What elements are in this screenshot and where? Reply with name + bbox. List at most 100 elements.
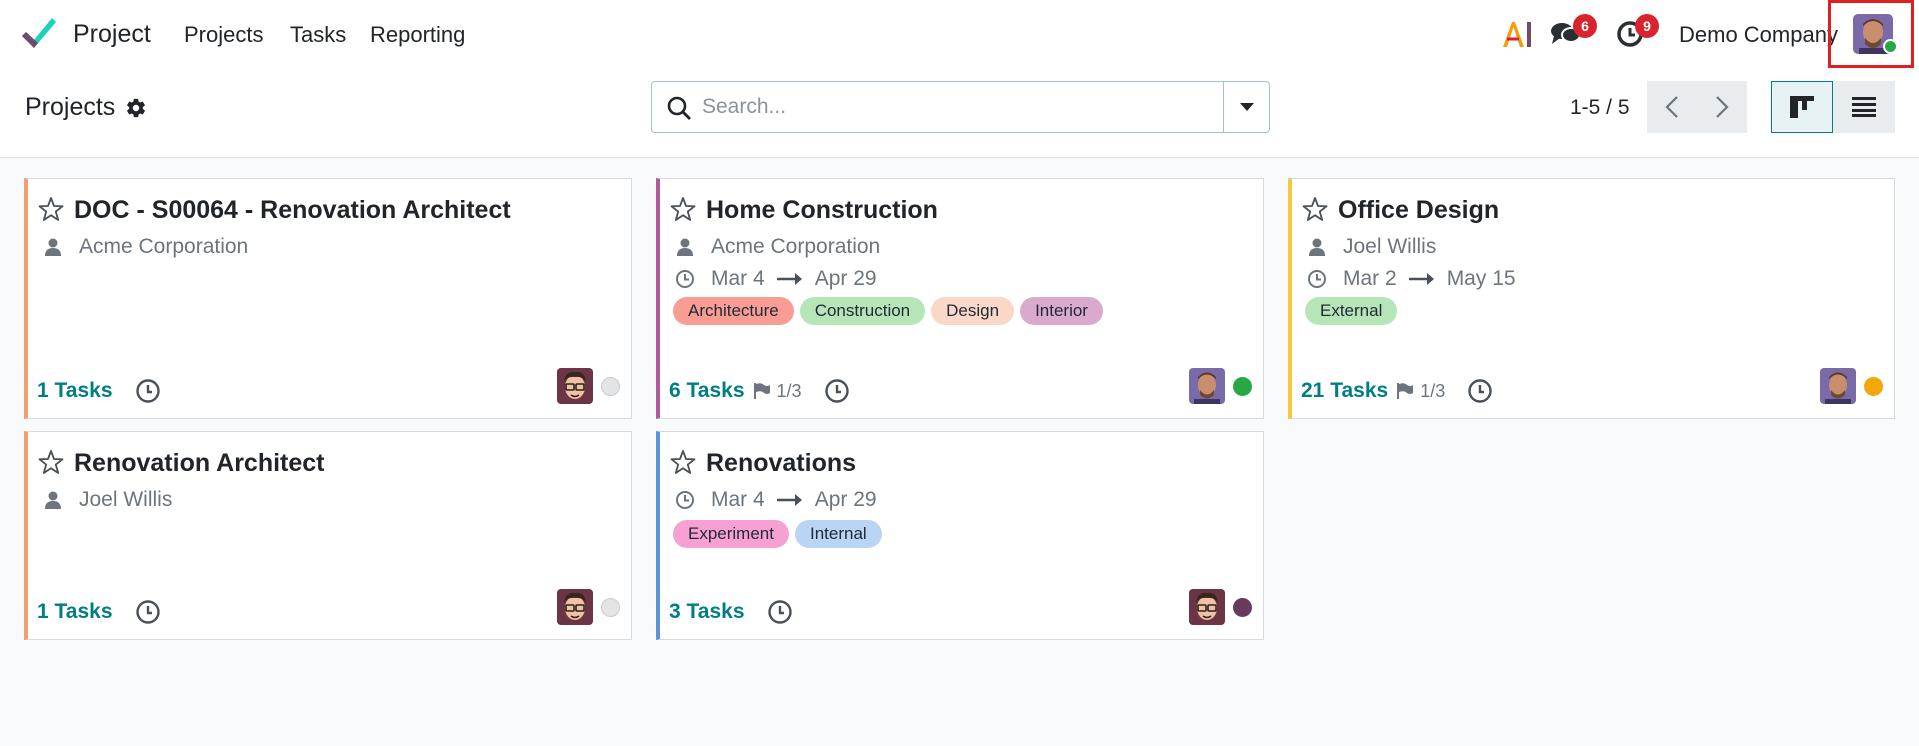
- tasks-link[interactable]: 1 Tasks: [37, 379, 113, 403]
- tag: Construction: [799, 297, 926, 325]
- tag-list: External: [1305, 297, 1398, 325]
- project-card[interactable]: Renovations Mar 4 Apr 29 Experiment Inte…: [656, 431, 1264, 640]
- project-title[interactable]: Office Design: [1338, 196, 1499, 225]
- project-title[interactable]: Renovations: [706, 449, 856, 478]
- company-switcher[interactable]: Demo Company: [1679, 22, 1838, 48]
- activity-clock-icon[interactable]: [135, 599, 161, 625]
- top-navbar: Project Projects Tasks Reporting 6 9 Dem…: [0, 0, 1919, 68]
- project-app-logo-icon[interactable]: [20, 16, 60, 52]
- partner-name: Joel Willis: [79, 488, 173, 511]
- partner-name: Joel Willis: [1343, 235, 1437, 258]
- card-footer: 6 Tasks 1/3: [669, 378, 850, 404]
- tasks-link[interactable]: 21 Tasks: [1301, 379, 1388, 403]
- user-icon: [675, 237, 695, 257]
- tag: Design: [931, 297, 1015, 325]
- tasks-link[interactable]: 6 Tasks: [669, 379, 745, 403]
- project-partner: Joel Willis: [43, 488, 172, 512]
- date-end: May 15: [1446, 267, 1516, 290]
- menu-projects[interactable]: Projects: [184, 22, 263, 48]
- tag: Experiment: [673, 520, 789, 548]
- user-menu[interactable]: [1828, 0, 1914, 68]
- manager-avatar: [1820, 368, 1856, 404]
- clock-icon: [675, 490, 695, 510]
- arrow-right-icon: [1409, 272, 1435, 286]
- status-dot[interactable]: [1233, 598, 1252, 617]
- pager-value[interactable]: 1-5 / 5: [1570, 96, 1630, 120]
- status-dot[interactable]: [601, 598, 620, 617]
- date-end: Apr 29: [814, 267, 877, 290]
- manager-avatar: [557, 368, 593, 404]
- favorite-star-icon[interactable]: [670, 196, 696, 222]
- status-dot[interactable]: [1233, 377, 1252, 396]
- project-title[interactable]: Home Construction: [706, 196, 938, 225]
- arrow-right-icon: [777, 493, 803, 507]
- chevron-right-icon: [1716, 96, 1729, 118]
- card-footer: 1 Tasks: [37, 599, 161, 625]
- project-title[interactable]: Renovation Architect: [74, 449, 325, 478]
- milestones: 1/3: [1396, 381, 1445, 402]
- project-card[interactable]: DOC - S00064 - Renovation Architect Acme…: [24, 178, 632, 419]
- manager-avatar: [1189, 589, 1225, 625]
- list-view-button[interactable]: [1833, 81, 1895, 133]
- date-end: Apr 29: [814, 488, 877, 511]
- tag: Internal: [794, 520, 882, 548]
- favorite-star-icon[interactable]: [670, 449, 696, 475]
- date-start: Mar 2: [1343, 267, 1397, 290]
- tag: Architecture: [673, 297, 794, 325]
- search-bar: [651, 81, 1270, 133]
- control-panel: Projects 1-5 / 5: [0, 68, 1919, 158]
- favorite-star-icon[interactable]: [1302, 196, 1328, 222]
- milestones-count: 1/3: [1420, 380, 1446, 401]
- card-footer: 21 Tasks 1/3: [1301, 378, 1493, 404]
- user-icon: [1307, 237, 1327, 257]
- arrow-right-icon: [777, 272, 803, 286]
- favorite-star-icon[interactable]: [38, 196, 64, 222]
- date-start: Mar 4: [711, 488, 765, 511]
- kanban-view-icon: [1790, 96, 1814, 118]
- manager-avatar: [1189, 368, 1225, 404]
- project-partner: Acme Corporation: [675, 235, 880, 259]
- card-footer: 3 Tasks: [669, 599, 793, 625]
- status-dot[interactable]: [1864, 377, 1883, 396]
- favorite-star-icon[interactable]: [38, 449, 64, 475]
- kanban-view-button[interactable]: [1771, 81, 1833, 133]
- milestones-count: 1/3: [776, 380, 802, 401]
- search-icon: [667, 96, 691, 120]
- user-icon: [43, 237, 63, 257]
- tag: External: [1305, 297, 1398, 325]
- pager-next-button[interactable]: [1697, 81, 1747, 133]
- clock-icon: [675, 269, 695, 289]
- messages-badge: 6: [1573, 14, 1597, 38]
- activity-clock-icon[interactable]: [824, 378, 850, 404]
- project-card[interactable]: Office Design Joel Willis Mar 2 May 15 E…: [1288, 178, 1895, 419]
- date-start: Mar 4: [711, 267, 765, 290]
- activity-clock-icon[interactable]: [135, 378, 161, 404]
- flag-icon: [1396, 382, 1414, 400]
- page-title: Projects: [25, 93, 116, 121]
- caret-down-icon: [1239, 103, 1254, 111]
- tasks-link[interactable]: 1 Tasks: [37, 600, 113, 624]
- project-partner: Joel Willis: [1307, 235, 1436, 259]
- pager-previous-button[interactable]: [1647, 81, 1697, 133]
- milestones: 1/3: [753, 381, 802, 402]
- project-card[interactable]: Home Construction Acme Corporation Mar 4…: [656, 178, 1264, 419]
- partner-name: Acme Corporation: [711, 235, 881, 258]
- menu-reporting[interactable]: Reporting: [370, 22, 465, 48]
- chevron-left-icon: [1665, 96, 1678, 118]
- menu-tasks[interactable]: Tasks: [290, 22, 346, 48]
- project-title[interactable]: DOC - S00064 - Renovation Architect: [74, 196, 511, 225]
- status-dot[interactable]: [601, 377, 620, 396]
- manager-avatar: [557, 589, 593, 625]
- search-input[interactable]: [702, 82, 1202, 132]
- activities-badge: 9: [1635, 14, 1659, 38]
- activity-clock-icon[interactable]: [1467, 378, 1493, 404]
- flag-icon: [753, 382, 771, 400]
- ai-icon[interactable]: [1500, 16, 1536, 52]
- app-name[interactable]: Project: [73, 20, 151, 49]
- search-options-toggle[interactable]: [1223, 82, 1269, 132]
- gear-icon[interactable]: [125, 97, 147, 119]
- activity-clock-icon[interactable]: [767, 599, 793, 625]
- project-partner: Acme Corporation: [43, 235, 248, 259]
- tasks-link[interactable]: 3 Tasks: [669, 600, 745, 624]
- project-card[interactable]: Renovation Architect Joel Willis 1 Tasks: [24, 431, 632, 640]
